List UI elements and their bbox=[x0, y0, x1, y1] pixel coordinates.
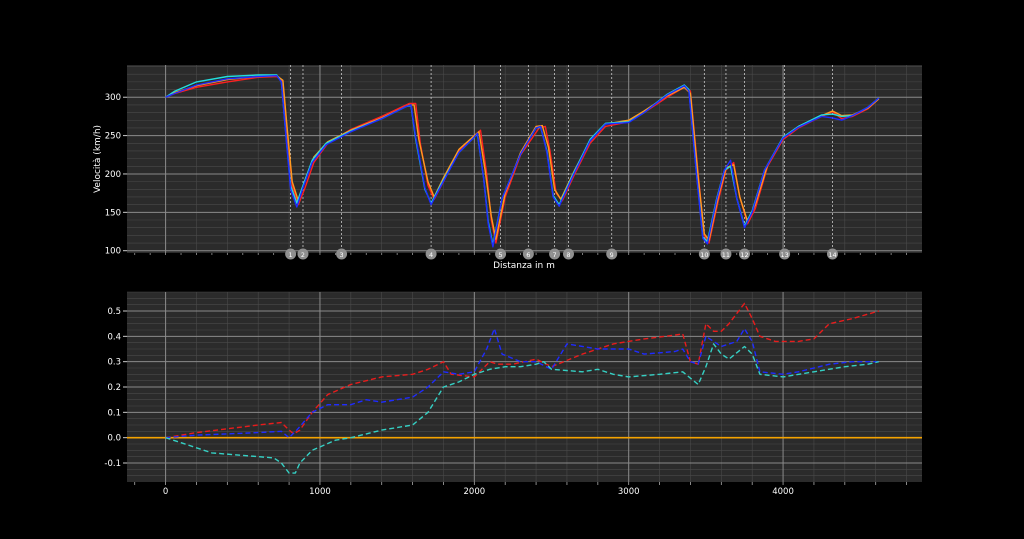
turn-marker-label: 7 bbox=[553, 251, 557, 259]
y-tick-label: 0.3 bbox=[107, 358, 121, 368]
x-tick-label: 3000 bbox=[618, 487, 640, 497]
speed-chart-y-axis-label: Velocità (km/h) bbox=[93, 125, 103, 193]
turn-marker-label: 12 bbox=[740, 251, 748, 259]
speed-chart: 1 2 3 4 5 6 7 8 9 10 11 12 13 14 100150200250300 Dist… bbox=[93, 65, 922, 271]
y-tick-label: 0.2 bbox=[107, 383, 121, 393]
y-tick-label: -0.1 bbox=[104, 459, 121, 469]
turn-marker-label: 10 bbox=[700, 251, 708, 259]
y-tick-label: 0.0 bbox=[107, 434, 121, 444]
x-tick-label: 0 bbox=[163, 487, 168, 497]
turn-marker-label: 6 bbox=[526, 251, 530, 259]
y-tick-label: 150 bbox=[105, 208, 121, 218]
y-tick-label: 0.4 bbox=[107, 332, 121, 342]
speed-chart-x-axis-label: Distanza in m bbox=[493, 261, 555, 271]
y-tick-label: 100 bbox=[105, 247, 121, 257]
y-tick-label: 300 bbox=[105, 93, 121, 103]
turn-marker-label: 3 bbox=[340, 251, 344, 259]
turn-marker-label: 5 bbox=[499, 251, 503, 259]
y-tick-label: 250 bbox=[105, 132, 121, 142]
y-tick-label: 0.5 bbox=[107, 307, 121, 317]
turn-marker-label: 11 bbox=[722, 251, 730, 259]
y-tick-label: 0.1 bbox=[107, 408, 121, 418]
figure: 1 2 3 4 5 6 7 8 9 10 11 12 13 14 100150200250300 Dist… bbox=[0, 0, 1024, 539]
delta-chart: -0.1 0.0 0.1 0.2 0.3 0.4 0.5 0 1000 2000 3000 4000 bbox=[104, 291, 922, 497]
turn-marker-label: 4 bbox=[429, 251, 433, 259]
y-tick-label: 200 bbox=[105, 170, 121, 180]
x-tick-label: 4000 bbox=[772, 487, 794, 497]
speed-chart-plot-area bbox=[127, 65, 922, 253]
turn-marker-label: 13 bbox=[780, 251, 788, 259]
x-tick-label: 1000 bbox=[309, 487, 331, 497]
x-tick-label: 2000 bbox=[464, 487, 486, 497]
